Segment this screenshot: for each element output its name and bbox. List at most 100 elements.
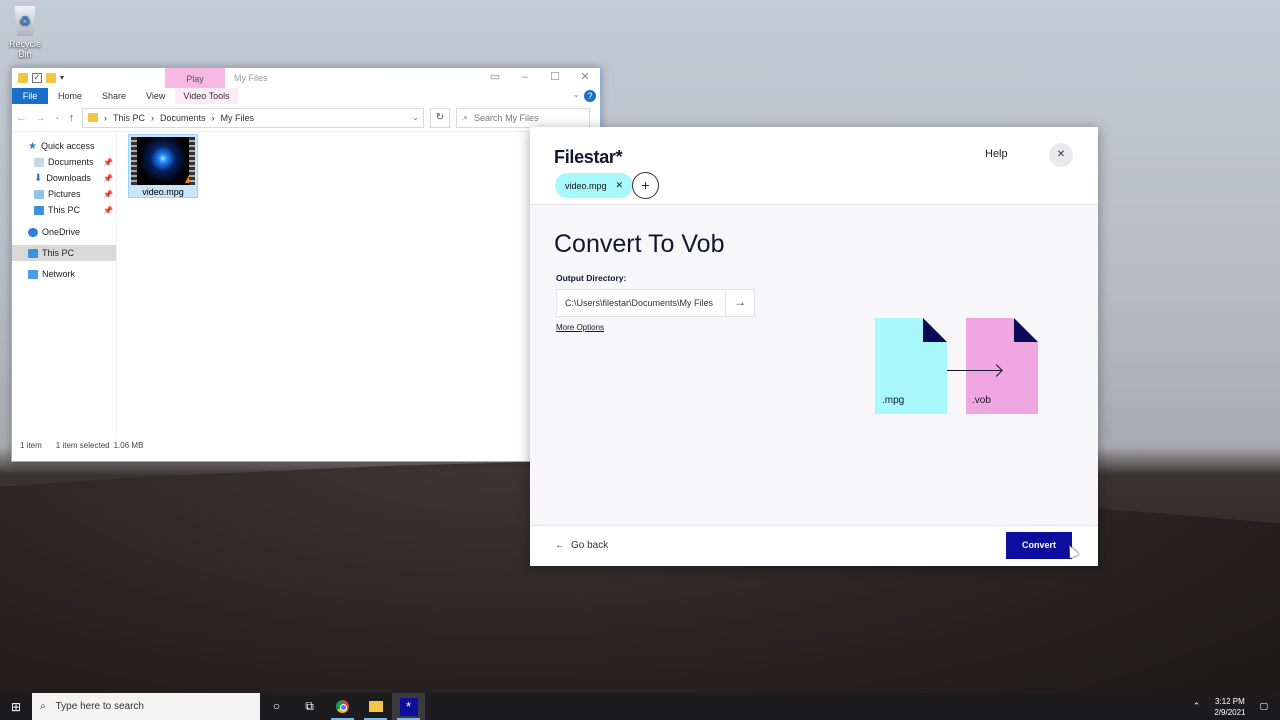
arrow-right-icon[interactable]: → — [725, 289, 754, 317]
output-directory-field: C:\Users\filestar\Documents\My Files → — [556, 289, 755, 317]
chrome-icon — [336, 700, 349, 714]
vlc-icon — [185, 175, 193, 183]
search-input[interactable]: ⌕ Search My Files — [456, 107, 590, 128]
output-directory-input[interactable]: C:\Users\filestar\Documents\My Files — [557, 298, 725, 308]
expand-ribbon-icon[interactable]: ⌄ — [572, 89, 580, 100]
computer-icon — [34, 205, 44, 215]
go-back-label: Go back — [571, 540, 609, 551]
add-file-button[interactable]: + — [632, 172, 659, 199]
taskbar: ⊞ ⌕ Type here to search ○ ⧉ * ⌃ 3:12 PM … — [0, 693, 1280, 720]
nav-this-pc[interactable]: This PC — [12, 245, 116, 261]
page-title: Convert To Vob — [554, 230, 725, 258]
more-options-link[interactable]: More Options — [556, 323, 604, 332]
taskbar-search-input[interactable]: ⌕ Type here to search — [32, 693, 260, 720]
item-count: 1 item — [20, 440, 42, 450]
navigation-buttons: ← → ⌄ ↑ — [16, 112, 76, 124]
help-link[interactable]: Help — [985, 148, 1008, 160]
explorer-taskbar-button[interactable] — [359, 693, 392, 720]
quick-access-toolbar: ✓ ▾ — [12, 73, 70, 83]
cortana-icon[interactable]: ○ — [260, 693, 293, 720]
nav-label: Pictures — [48, 189, 81, 199]
maximize-button[interactable]: ☐ — [540, 68, 570, 86]
windows-start-icon[interactable]: ⊞ — [0, 700, 32, 714]
clock-time: 3:12 PM — [1215, 696, 1245, 706]
pin-icon: 📌 — [103, 205, 113, 215]
chrome-taskbar-button[interactable] — [326, 693, 359, 720]
search-icon: ⌕ — [40, 701, 46, 712]
tab-video-tools[interactable]: Video Tools — [175, 88, 238, 104]
file-list: video.mpg — [117, 132, 600, 437]
go-back-button[interactable]: ← Go back — [555, 540, 608, 551]
nav-downloads[interactable]: ⬇ Downloads 📌 — [12, 170, 116, 186]
new-folder-icon[interactable] — [46, 73, 56, 83]
recycle-bin-label: Recycle Bin — [8, 39, 41, 59]
nav-label: Downloads — [46, 173, 91, 183]
filestar-taskbar-button[interactable]: * — [392, 693, 425, 720]
network-icon — [28, 269, 38, 279]
breadcrumb-separator: › — [104, 112, 107, 123]
selection-status: 1 item selected — [55, 440, 110, 450]
navigation-pane: ★ Quick access Documents 📌 ⬇ Downloads 📌… — [12, 132, 117, 437]
recent-locations-icon[interactable]: ⌄ — [54, 112, 61, 124]
breadcrumb-this-pc[interactable]: This PC — [113, 113, 145, 123]
download-icon: ⬇ — [34, 172, 43, 184]
up-arrow-icon[interactable]: ↑ — [69, 112, 75, 124]
breadcrumb-my-files[interactable]: My Files — [221, 113, 255, 123]
tab-view[interactable]: View — [136, 91, 175, 101]
tablet-icon[interactable]: ▭ — [480, 68, 510, 86]
breadcrumb-separator: › — [151, 112, 155, 123]
window-title: My Files — [234, 73, 268, 83]
ribbon-tabs: File Home Share View Video Tools ⌄ ? — [12, 88, 600, 104]
tab-file[interactable]: File — [12, 88, 48, 104]
filestar-footer: ← Go back Convert — [530, 525, 1098, 566]
properties-icon[interactable]: ✓ — [32, 73, 42, 83]
nav-label: Quick access — [40, 141, 95, 151]
tab-share[interactable]: Share — [92, 91, 136, 101]
nav-documents[interactable]: Documents 📌 — [12, 154, 116, 170]
search-placeholder: Search My Files — [474, 112, 539, 123]
file-explorer-window: ✓ ▾ Play My Files ▭ – ☐ ✕ File Home Shar… — [11, 67, 601, 462]
notification-icon[interactable]: ▢ — [1259, 701, 1268, 712]
filestar-app-icon: * — [399, 697, 418, 716]
close-icon[interactable]: ✕ — [1049, 143, 1073, 167]
output-directory-label: Output Directory: — [556, 273, 627, 283]
chevron-down-icon[interactable]: ⌄ — [411, 112, 419, 123]
clock[interactable]: 3:12 PM 2/9/2021 — [1214, 696, 1245, 718]
play-contextual-tab[interactable]: Play — [165, 68, 225, 88]
minimize-button[interactable]: – — [510, 68, 540, 86]
back-arrow-icon[interactable]: ← — [16, 112, 27, 124]
breadcrumb-documents[interactable]: Documents — [160, 113, 206, 123]
pin-icon: 📌 — [103, 189, 113, 199]
remove-file-icon[interactable]: ✕ — [616, 180, 624, 191]
nav-label: Documents — [48, 157, 94, 167]
clock-date: 2/9/2021 — [1214, 707, 1246, 717]
refresh-button[interactable]: ↻ — [430, 107, 450, 128]
forward-arrow-icon[interactable]: → — [35, 112, 46, 124]
help-icon[interactable]: ? — [584, 90, 596, 102]
file-item[interactable]: video.mpg — [128, 134, 198, 198]
documents-icon — [34, 157, 44, 167]
convert-button[interactable]: Convert — [1006, 532, 1072, 559]
nav-network[interactable]: Network — [12, 266, 116, 282]
recycle-bin-shortcut[interactable]: ♻ Recycle Bin — [4, 6, 46, 59]
folder-icon — [88, 113, 98, 122]
address-input[interactable]: › This PC › Documents › My Files ⌄ — [82, 107, 424, 128]
nav-pictures[interactable]: Pictures 📌 — [12, 186, 116, 202]
nav-this-pc-pinned[interactable]: This PC 📌 — [12, 202, 116, 218]
nav-label: OneDrive — [42, 227, 81, 237]
chevron-up-icon[interactable]: ⌃ — [1193, 701, 1201, 712]
selection-size: 1.06 MB — [113, 440, 144, 450]
status-bar: 1 item 1 item selected 1.06 MB — [12, 437, 600, 453]
tab-home[interactable]: Home — [48, 91, 92, 101]
file-chip-label: video.mpg — [565, 180, 607, 191]
computer-icon — [28, 248, 38, 258]
file-chip: video.mpg ✕ — [555, 173, 634, 198]
nav-quick-access[interactable]: ★ Quick access — [12, 138, 116, 154]
nav-label: This PC — [42, 248, 75, 258]
nav-label: This PC — [48, 205, 81, 215]
nav-onedrive[interactable]: OneDrive — [12, 224, 116, 240]
filestar-logo: Filestar* — [554, 147, 623, 167]
customize-toolbar-icon[interactable]: ▾ — [60, 73, 70, 83]
close-button[interactable]: ✕ — [570, 68, 600, 86]
task-view-icon[interactable]: ⧉ — [293, 693, 326, 720]
